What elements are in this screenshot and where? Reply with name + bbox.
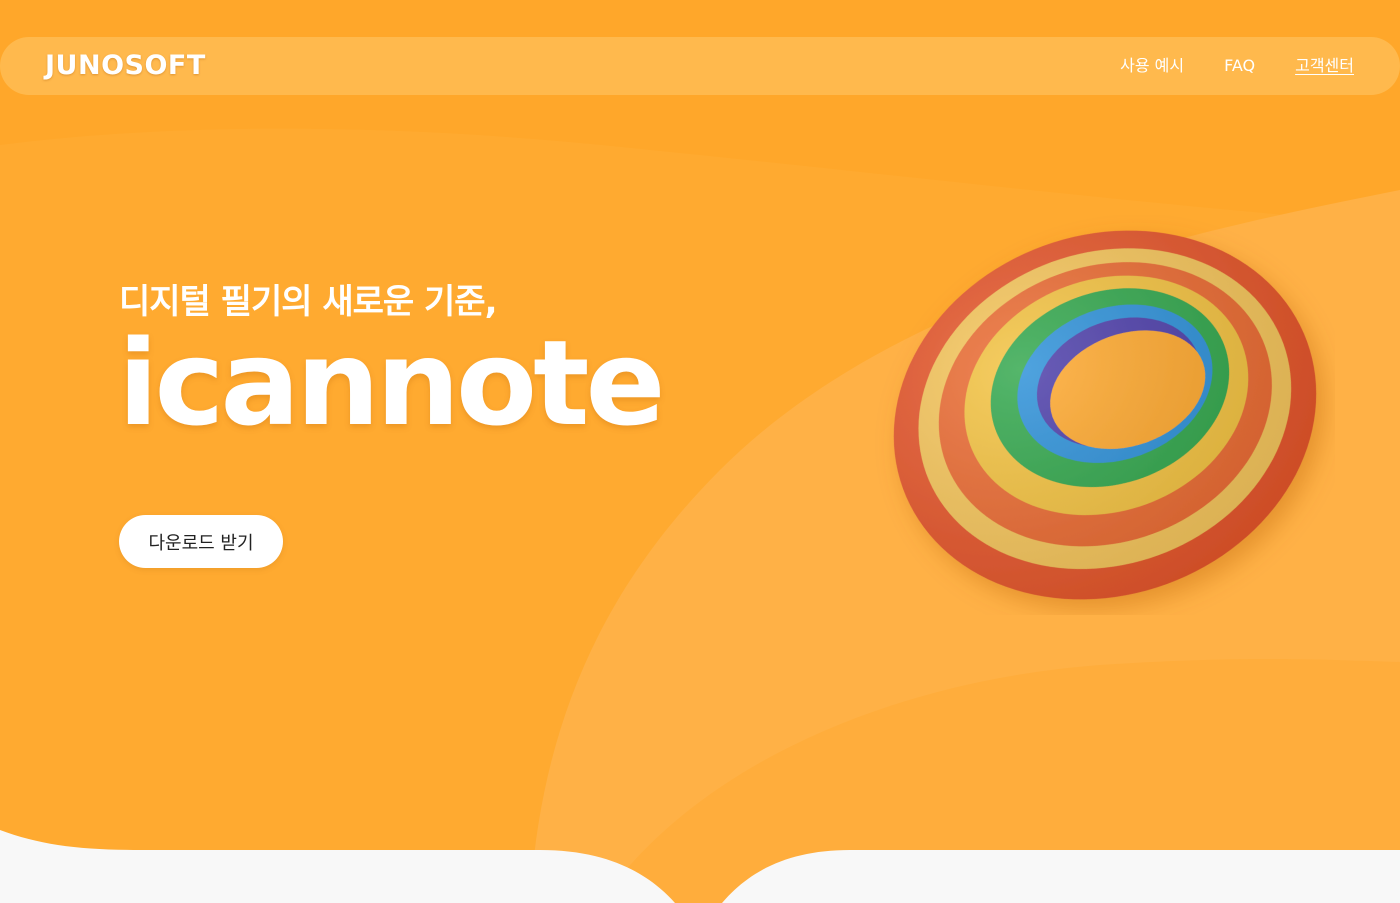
hero-title: icannote xyxy=(118,314,666,452)
rainbow-ring-image xyxy=(893,230,1317,600)
nav-link-usage-examples[interactable]: 사용 예시 xyxy=(1120,53,1184,79)
main-nav: 사용 예시 FAQ 고객센터 xyxy=(1120,53,1354,79)
nav-link-faq[interactable]: FAQ xyxy=(1224,53,1255,79)
nav-link-customer-center[interactable]: 고객센터 xyxy=(1295,53,1354,79)
brand-logo[interactable]: JUNOSOFT xyxy=(45,50,206,82)
download-button[interactable]: 다운로드 받기 xyxy=(119,515,283,568)
